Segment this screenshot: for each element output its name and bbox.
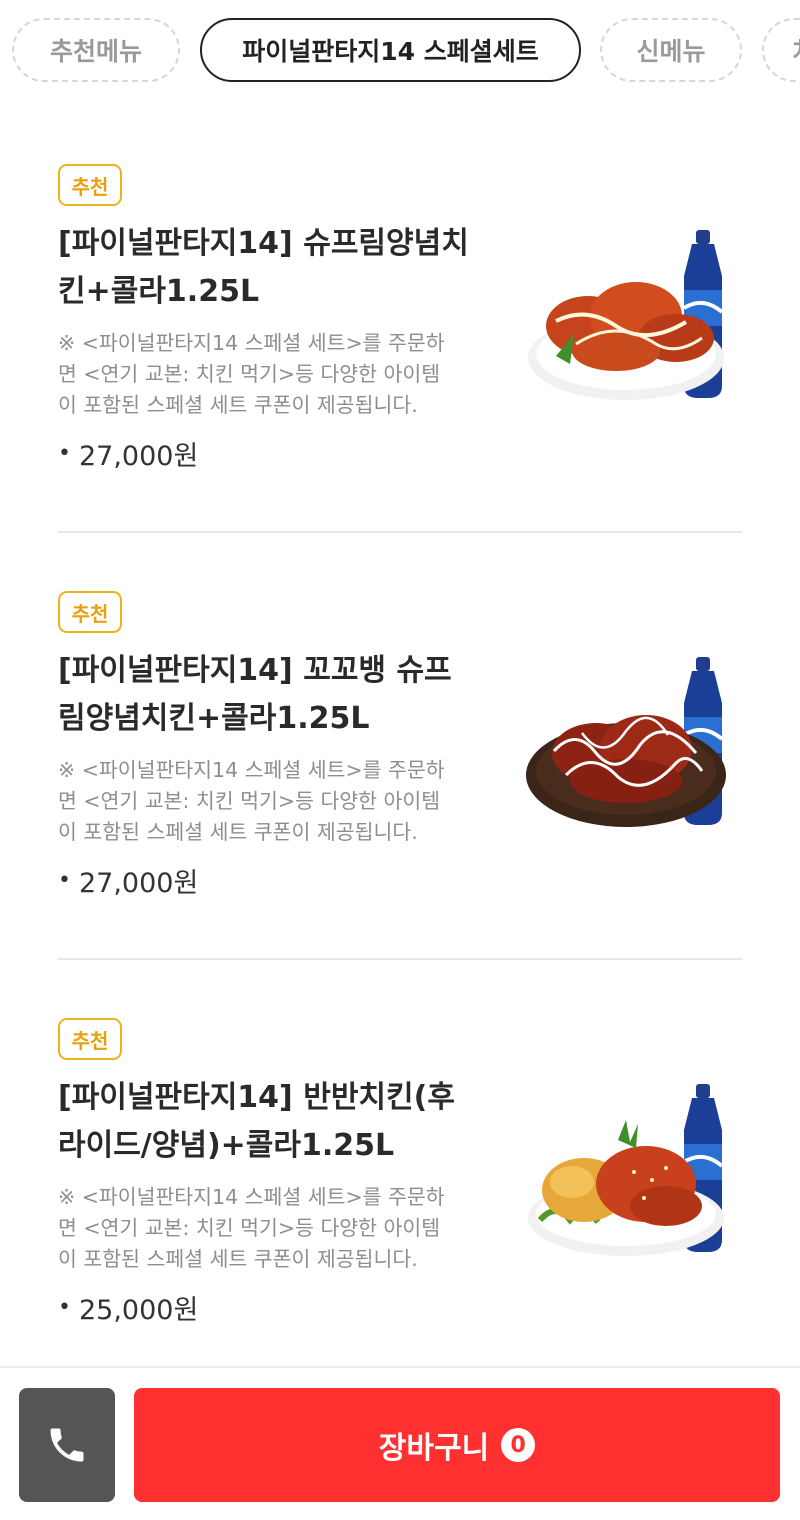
phone-icon <box>50 1428 84 1462</box>
menu-item-name: [파이널판타지14] 슈프림양념치 킨+콜라1.25L <box>58 220 503 316</box>
bottom-bar-divider <box>0 1366 800 1368</box>
menu-item-price: • 27,000원 <box>58 861 198 900</box>
menu-item-price: • 25,000원 <box>58 1288 198 1327</box>
recommended-badge: 추천 <box>58 1018 122 1060</box>
menu-item-name-line: 림양념치킨+콜라1.25L <box>58 701 370 736</box>
menu-item-name-line: 라이드/양념)+콜라1.25L <box>58 1128 395 1163</box>
category-tabs: 추천메뉴 파이널판타지14 스페셜세트 신메뉴 치 <box>0 18 800 84</box>
menu-item[interactable]: 추천 [파이널판타지14] 슈프림양념치 킨+콜라1.25L ※ <파이널판타지… <box>58 164 742 532</box>
recommended-badge: 추천 <box>58 164 122 206</box>
item-divider <box>58 531 742 533</box>
price-value: 25,000원 <box>78 1295 199 1326</box>
price-value: 27,000원 <box>78 441 199 472</box>
description-line: 면 <연기 교본: 치킨 먹기>등 다양한 아이템 <box>58 789 441 813</box>
menu-item[interactable]: 추천 [파이널판타지14] 꼬꼬뱅 슈프 림양념치킨+콜라1.25L ※ <파이… <box>58 591 742 959</box>
menu-item-description: ※ <파이널판타지14 스페셜 세트>를 주문하 면 <연기 교본: 치킨 먹기… <box>58 328 498 421</box>
menu-item-name: [파이널판타지14] 꼬꼬뱅 슈프 림양념치킨+콜라1.25L <box>58 647 503 743</box>
price-bullet: • <box>58 1295 71 1320</box>
menu-item-name-line: [파이널판타지14] 반반치킨(후 <box>58 1080 455 1115</box>
menu-item-description: ※ <파이널판타지14 스페셜 세트>를 주문하 면 <연기 교본: 치킨 먹기… <box>58 1182 498 1275</box>
cart-label: 장바구니 <box>378 1431 490 1466</box>
description-line: ※ <파이널판타지14 스페셜 세트>를 주문하 <box>58 1185 445 1209</box>
description-line: ※ <파이널판타지14 스페셜 세트>를 주문하 <box>58 331 445 355</box>
price-bullet: • <box>58 441 71 466</box>
cart-count-badge: 0 <box>501 1428 536 1462</box>
tab-ff14-special-set[interactable]: 파이널판타지14 스페셜세트 <box>200 18 581 82</box>
recommended-badge: 추천 <box>58 591 122 633</box>
description-line: 이 포함된 스페셜 세트 쿠폰이 제공됩니다. <box>58 1247 418 1271</box>
chicken-cola-photo <box>526 657 726 827</box>
menu-item-name-line: 킨+콜라1.25L <box>58 274 260 309</box>
menu-item-name-line: [파이널판타지14] 슈프림양념치 <box>58 226 469 261</box>
chicken-cola-photo <box>528 1084 724 1256</box>
description-line: 면 <연기 교본: 치킨 먹기>등 다양한 아이템 <box>58 362 441 386</box>
tab-recommended-menu[interactable]: 추천메뉴 <box>12 18 180 82</box>
tab-new-menu[interactable]: 신메뉴 <box>600 18 742 82</box>
chicken-cola-photo <box>528 230 724 400</box>
price-bullet: • <box>58 868 71 893</box>
description-line: ※ <파이널판타지14 스페셜 세트>를 주문하 <box>58 758 445 782</box>
menu-item-name-line: [파이널판타지14] 꼬꼬뱅 슈프 <box>58 653 452 688</box>
menu-item[interactable]: 추천 [파이널판타지14] 반반치킨(후 라이드/양념)+콜라1.25L ※ <… <box>58 1018 742 1386</box>
description-line: 이 포함된 스페셜 세트 쿠폰이 제공됩니다. <box>58 393 418 417</box>
description-line: 이 포함된 스페셜 세트 쿠폰이 제공됩니다. <box>58 820 418 844</box>
description-line: 면 <연기 교본: 치킨 먹기>등 다양한 아이템 <box>58 1216 441 1240</box>
cart-button[interactable]: 장바구니 0 <box>134 1388 780 1502</box>
call-button[interactable] <box>19 1388 115 1502</box>
price-value: 27,000원 <box>78 868 199 899</box>
item-divider <box>58 958 742 960</box>
menu-item-description: ※ <파이널판타지14 스페셜 세트>를 주문하 면 <연기 교본: 치킨 먹기… <box>58 755 498 848</box>
tab-next-category[interactable]: 치 <box>762 18 800 82</box>
menu-item-price: • 27,000원 <box>58 434 198 473</box>
menu-item-name: [파이널판타지14] 반반치킨(후 라이드/양념)+콜라1.25L <box>58 1074 503 1170</box>
